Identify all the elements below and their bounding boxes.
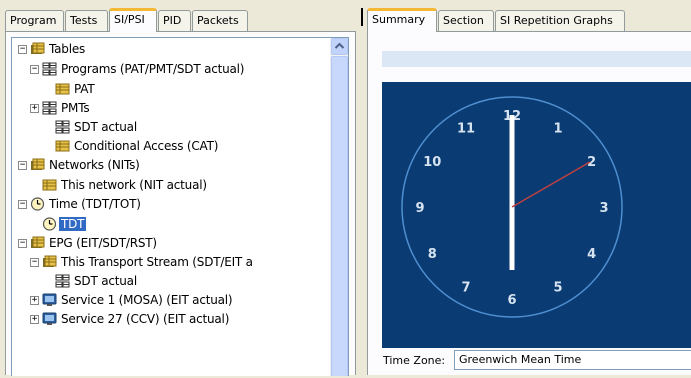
grid-icon [55, 274, 70, 288]
header-strip [382, 51, 691, 67]
collapse-icon[interactable]: − [18, 200, 27, 209]
clock-panel: 121234567891011 [382, 82, 691, 348]
grid-icon [55, 120, 70, 134]
collapse-icon[interactable]: − [18, 239, 27, 248]
tab-summary[interactable]: Summary [367, 8, 437, 32]
tree-node-label: SDT actual [74, 120, 137, 134]
tree-scrollbar[interactable] [330, 38, 348, 376]
tree-node-label: Tables [49, 42, 86, 56]
expand-icon[interactable]: + [30, 296, 39, 305]
time-zone-label: Time Zone: [383, 354, 446, 367]
clock-numeral: 5 [553, 281, 562, 296]
chevron-up-icon [334, 42, 345, 49]
folder-table-icon [43, 255, 57, 267]
clock-icon [30, 197, 45, 211]
clock-numeral: 3 [599, 201, 608, 216]
collapse-icon[interactable]: − [30, 65, 39, 74]
scroll-thumb[interactable] [331, 56, 348, 376]
tree-node[interactable]: + PMTs [12, 99, 332, 117]
collapse-icon[interactable]: − [30, 258, 39, 267]
tree-node-label: Service 27 (CCV) (EIT actual) [61, 312, 230, 326]
table-icon [42, 179, 57, 191]
tree-node[interactable]: − Time (TDT/TOT) [12, 195, 332, 213]
panel-splitter[interactable] [360, 8, 365, 375]
tab-tests[interactable]: Tests [65, 10, 108, 31]
collapse-icon[interactable]: − [18, 45, 27, 54]
tree-node[interactable]: This network (NIT actual) [12, 176, 332, 194]
tab-si-repetition-graphs[interactable]: SI Repetition Graphs [495, 10, 625, 31]
tree-node[interactable]: + Service 1 (MOSA) (EIT actual) [12, 291, 332, 309]
grid-icon [42, 62, 57, 76]
tree-node-label: Service 1 (MOSA) (EIT actual) [61, 293, 233, 307]
tables-tree[interactable]: − Tables − Programs (PAT/PMT/SDT actual) PAT… [11, 37, 349, 376]
tree-node[interactable]: − Networks (NITs) [12, 156, 332, 174]
folder-table-icon [31, 236, 45, 248]
monitor-icon [42, 293, 57, 306]
tree-node[interactable]: − Tables [12, 40, 332, 58]
clock-numeral: 8 [428, 247, 437, 262]
tree-node[interactable]: SDT actual [12, 118, 332, 136]
tree-node[interactable]: SDT actual [12, 272, 332, 290]
second-hand [511, 161, 591, 208]
tree-node-label: Time (TDT/TOT) [49, 197, 141, 211]
clock-numeral: 9 [415, 201, 424, 216]
collapse-icon[interactable]: − [18, 161, 27, 170]
tree-node[interactable]: PAT [12, 80, 332, 98]
tree-node[interactable]: Conditional Access (CAT) [12, 137, 332, 155]
tree-node-label: This network (NIT actual) [61, 178, 207, 192]
tree-node[interactable]: − This Transport Stream (SDT/EIT a [12, 253, 332, 271]
summary-panel: 121234567891011 Time Zone: Greenwich Mea… [367, 31, 691, 375]
clock-numeral: 1 [553, 121, 562, 136]
tab-si-psi[interactable]: SI/PSI [109, 8, 157, 32]
tree-node-label: PAT [74, 82, 95, 96]
tree-node-label: PMTs [61, 101, 90, 115]
expand-icon[interactable]: + [30, 104, 39, 113]
folder-table-icon [31, 42, 45, 54]
table-icon [55, 140, 70, 152]
tree-node[interactable]: − EPG (EIT/SDT/RST) [12, 234, 332, 252]
tree-node-label: This Transport Stream (SDT/EIT a [61, 255, 253, 269]
tab-section[interactable]: Section [438, 10, 494, 31]
tab-pid[interactable]: PID [158, 10, 191, 31]
time-zone-field[interactable]: Greenwich Mean Time [454, 350, 691, 370]
clock-numeral: 7 [461, 281, 470, 296]
clock-numeral: 10 [423, 155, 441, 170]
tab-program[interactable]: Program [5, 10, 64, 31]
tree-node[interactable]: − Programs (PAT/PMT/SDT actual) [12, 60, 332, 78]
si-psi-panel: − Tables − Programs (PAT/PMT/SDT actual) PAT… [5, 31, 356, 376]
scroll-up-button[interactable] [331, 38, 348, 55]
tab-packets[interactable]: Packets [192, 10, 248, 31]
tree-node-label: Programs (PAT/PMT/SDT actual) [61, 62, 245, 76]
tree-node[interactable]: TDT [12, 215, 332, 233]
grid-icon [42, 101, 57, 115]
table-icon [55, 83, 70, 95]
analog-clock: 121234567891011 [401, 96, 623, 318]
clock-icon [42, 217, 57, 231]
tree-node-label: SDT actual [74, 274, 137, 288]
tree-node-label: EPG (EIT/SDT/RST) [49, 236, 157, 250]
folder-table-icon [31, 158, 45, 170]
monitor-icon [42, 312, 57, 325]
clock-numeral: 4 [587, 247, 596, 262]
expand-icon[interactable]: + [30, 315, 39, 324]
tree-node[interactable]: + Service 27 (CCV) (EIT actual) [12, 310, 332, 328]
tree-node-label: TDT [59, 217, 87, 231]
tree-node-label: Networks (NITs) [49, 158, 140, 172]
tree-node-label: Conditional Access (CAT) [74, 139, 219, 153]
clock-numeral: 6 [507, 293, 516, 308]
clock-numeral: 11 [457, 121, 475, 136]
